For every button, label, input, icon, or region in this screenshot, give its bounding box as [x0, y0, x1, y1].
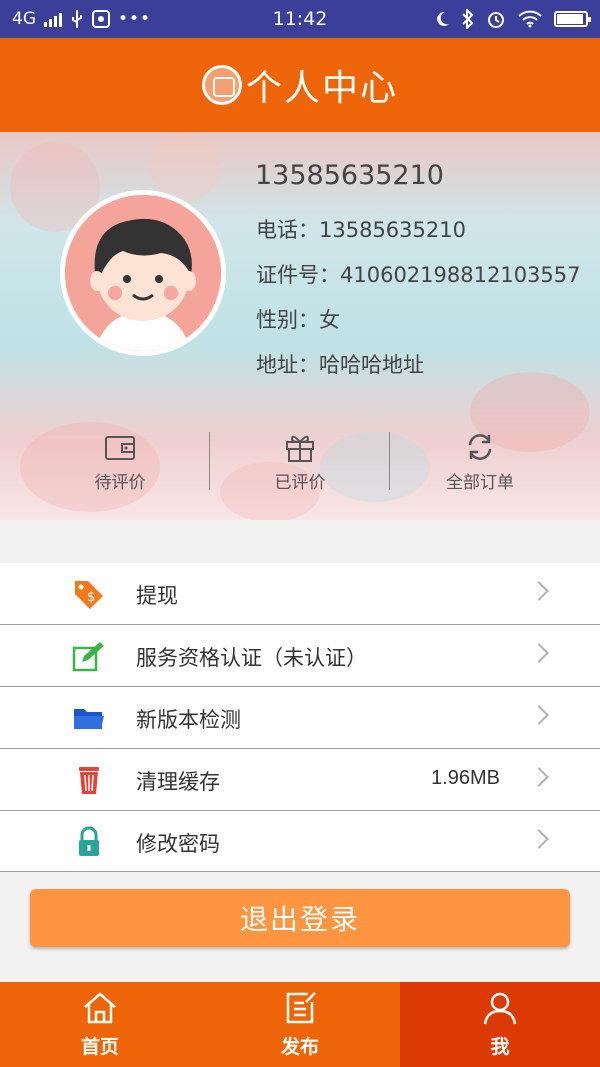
- lock-icon: [79, 826, 99, 856]
- battery-icon: [554, 11, 591, 27]
- moon-icon: [437, 11, 449, 26]
- profile-gender: 性别：女: [256, 308, 340, 332]
- page-title: 个人中心: [245, 68, 398, 109]
- boy-avatar-icon: [65, 195, 221, 351]
- tab-me[interactable]: 我: [400, 982, 600, 1067]
- action-all-orders[interactable]: 全部订单: [380, 430, 580, 510]
- bottom-tab-bar: 首页 发布 我: [0, 982, 600, 1067]
- app-header: 个人中心: [0, 38, 600, 132]
- folder-icon: [74, 709, 104, 729]
- profile-id-number: 证件号：410602198812103557: [256, 263, 581, 287]
- order-actions: 待评价 已评价 全部订单: [0, 430, 600, 510]
- bluetooth-icon: [462, 9, 474, 29]
- profile-phone: 电话：13585635210: [256, 218, 466, 242]
- avatar[interactable]: [60, 190, 226, 356]
- menu-label: 新版本检测: [136, 708, 241, 732]
- divider: [209, 432, 210, 490]
- tab-home[interactable]: 首页: [0, 982, 200, 1067]
- edit-icon: [72, 642, 104, 672]
- action-label: 已评价: [274, 473, 326, 493]
- wifi-icon: [518, 10, 542, 28]
- chevron-right-icon: [529, 767, 549, 787]
- menu-item-service-certification[interactable]: 服务资格认证（未认证）: [0, 625, 600, 687]
- alarm-icon: [488, 12, 504, 28]
- menu-label: 修改密码: [136, 832, 220, 856]
- user-icon: [483, 992, 517, 1025]
- menu-item-clear-cache[interactable]: 清理缓存 1.96MB: [0, 749, 600, 811]
- home-icon: [84, 992, 116, 1024]
- settings-menu: $ 提现 服务资格认证（未认证） 新版本检测 清理缓存 1.96MB 修改密码: [0, 563, 600, 872]
- trash-icon: [79, 767, 99, 794]
- chevron-right-icon: [529, 643, 549, 663]
- chevron-right-icon: [529, 829, 549, 849]
- profile-address: 地址：哈哈哈地址: [256, 353, 424, 377]
- price-tag-icon: $: [75, 581, 103, 609]
- tab-label: 发布: [280, 1036, 319, 1058]
- action-label: 全部订单: [446, 473, 514, 493]
- menu-item-version-check[interactable]: 新版本检测: [0, 687, 600, 749]
- chevron-right-icon: [529, 581, 549, 601]
- tab-label: 首页: [80, 1036, 119, 1058]
- action-pending-review[interactable]: 待评价: [20, 430, 220, 510]
- status-right: [436, 9, 591, 29]
- tab-publish[interactable]: 发布: [200, 982, 400, 1067]
- menu-label: 服务资格认证（未认证）: [136, 646, 367, 670]
- wallet-icon: [105, 436, 135, 460]
- action-reviewed[interactable]: 已评价: [200, 430, 400, 510]
- logout-button[interactable]: 退出登录: [30, 889, 570, 947]
- menu-item-change-password[interactable]: 修改密码: [0, 811, 600, 872]
- tab-label: 我: [490, 1036, 510, 1058]
- publish-icon: [286, 992, 316, 1024]
- gift-icon: [286, 435, 314, 462]
- status-bar: 4G ••• 11:42: [0, 0, 600, 38]
- menu-item-withdraw[interactable]: $ 提现: [0, 563, 600, 625]
- svg-text:$: $: [87, 590, 95, 605]
- chevron-right-icon: [529, 705, 549, 725]
- divider: [389, 432, 390, 490]
- logo-icon: [201, 65, 242, 105]
- action-label: 待评价: [94, 473, 146, 493]
- menu-label: 清理缓存: [136, 770, 220, 794]
- refresh-icon: [468, 434, 492, 460]
- menu-label: 提现: [136, 584, 178, 608]
- profile-username: 13585635210: [255, 160, 444, 191]
- cache-size: 1.96MB: [431, 767, 500, 789]
